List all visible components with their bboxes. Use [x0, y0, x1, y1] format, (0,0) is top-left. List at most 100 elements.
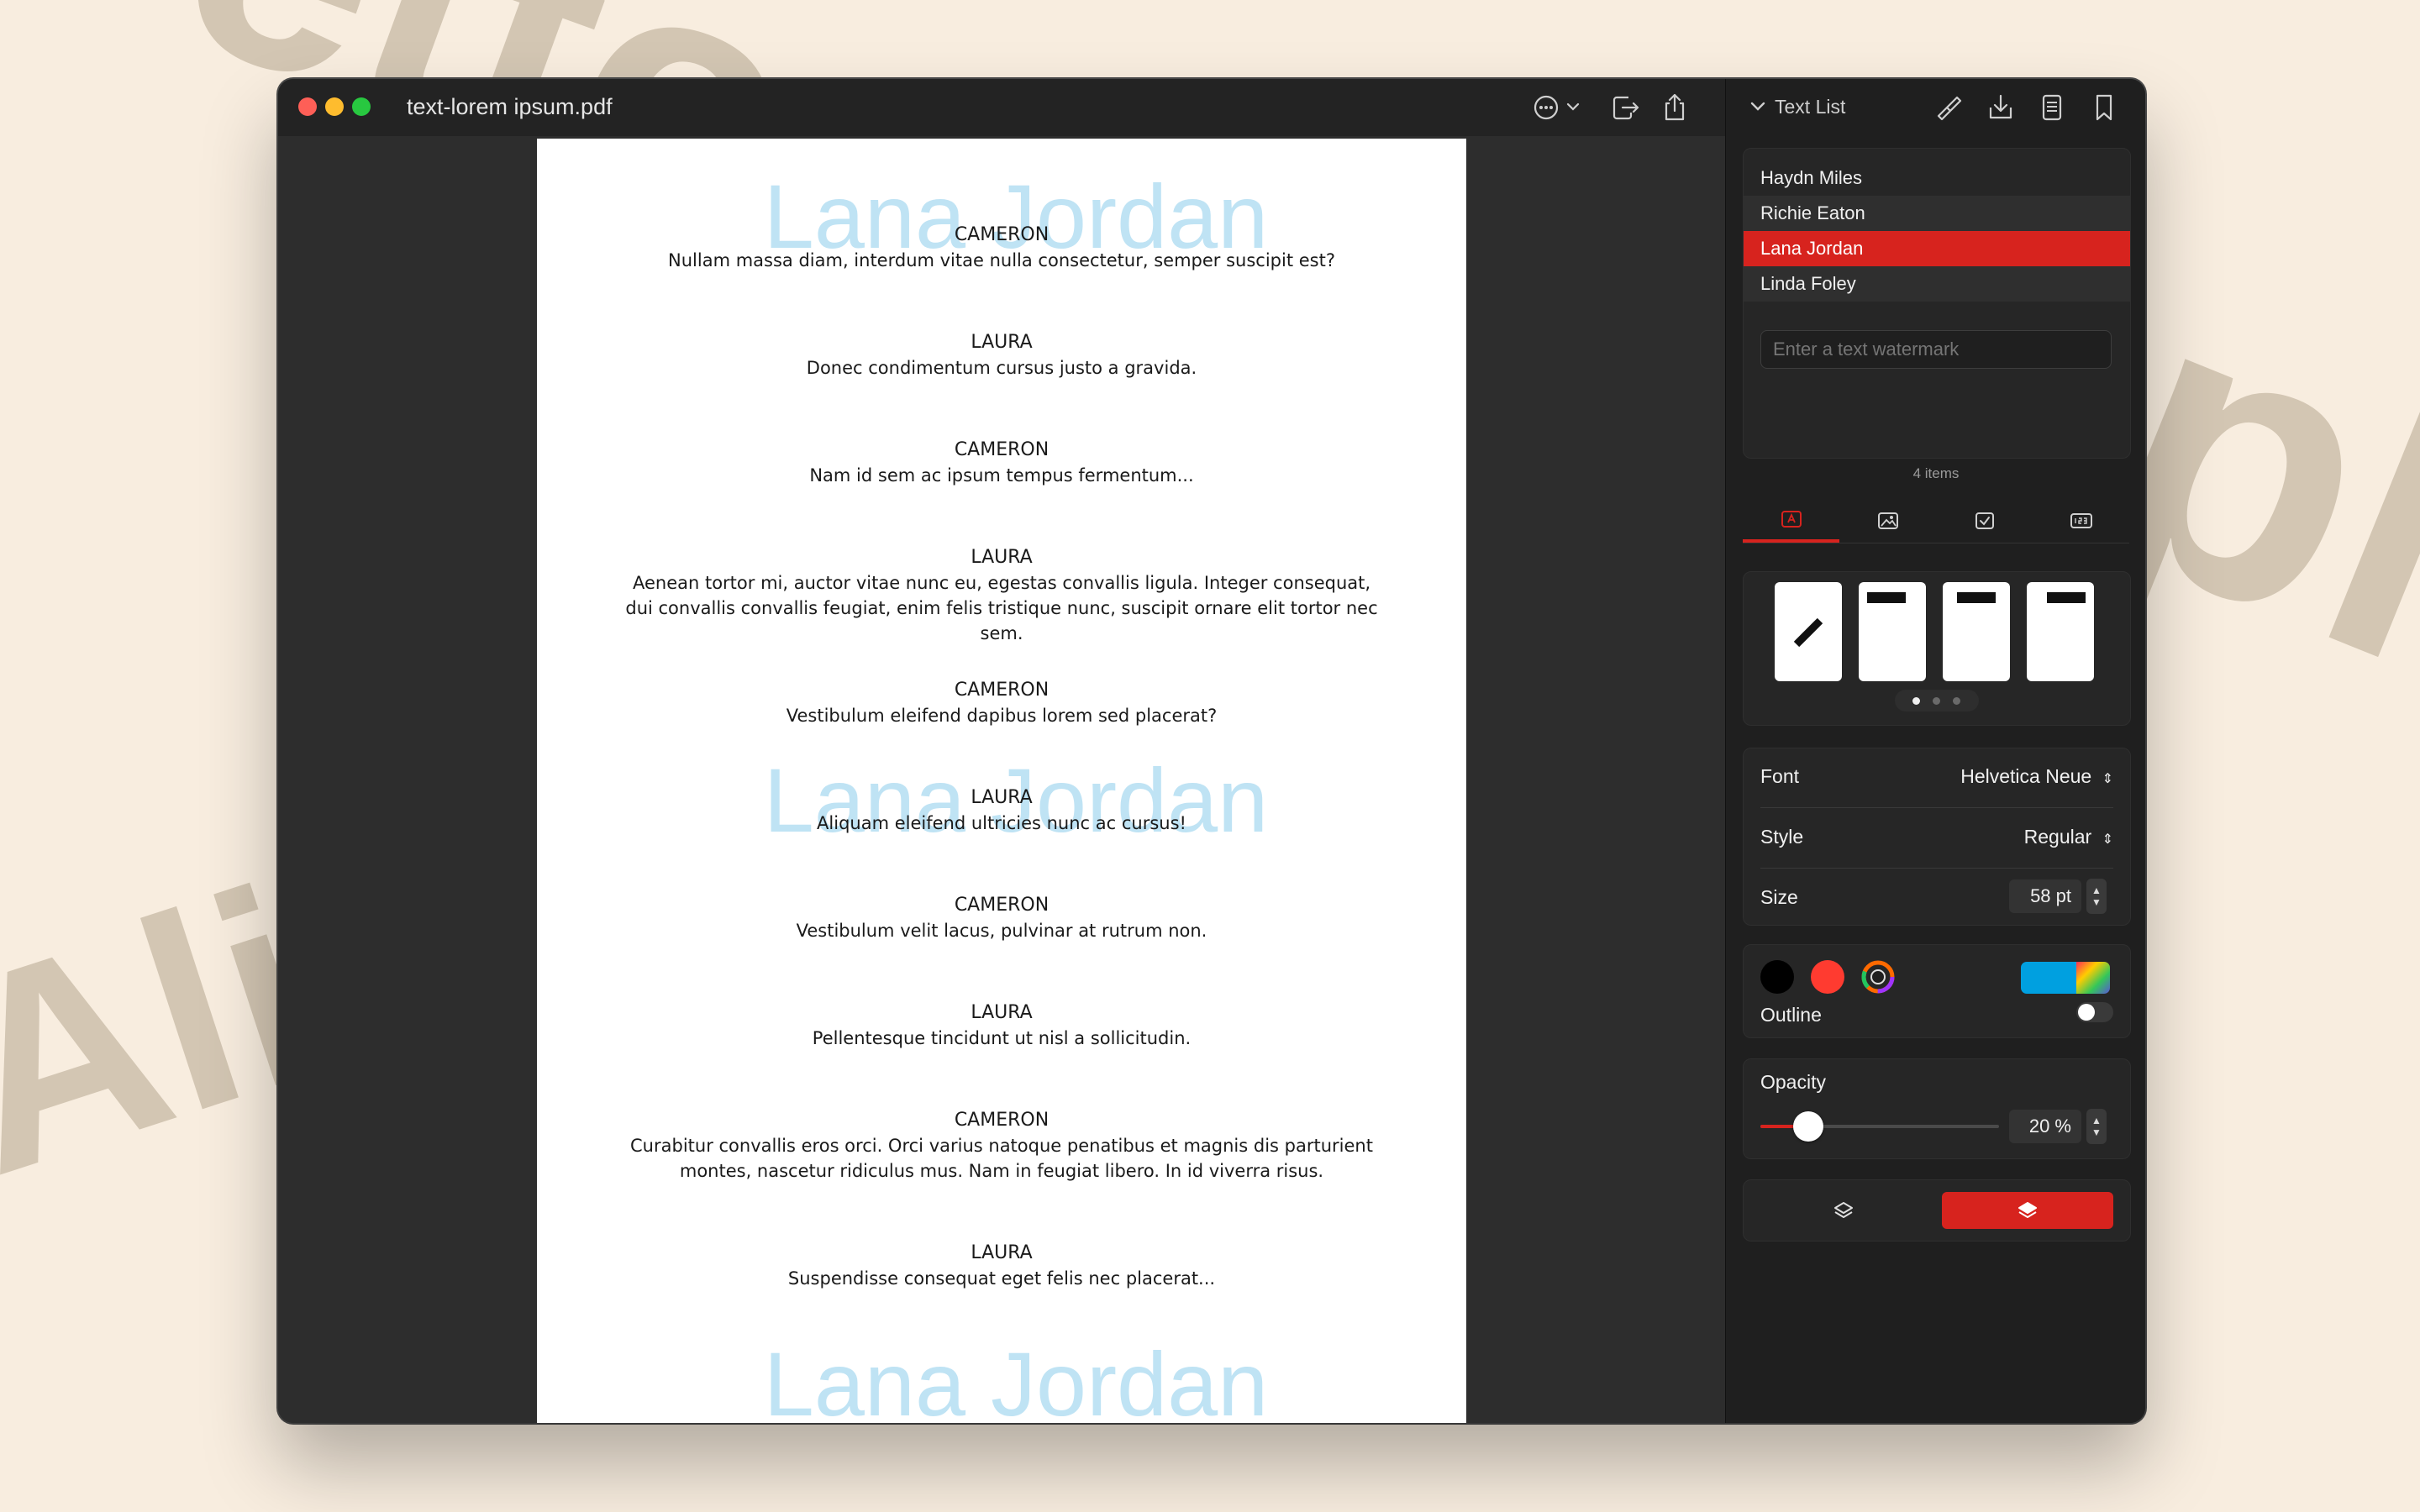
style-value: Regular: [2023, 826, 2092, 848]
close-window-button[interactable]: [298, 97, 317, 116]
share-button[interactable]: [1658, 91, 1691, 124]
watermark-type-tabs: [1743, 499, 2129, 543]
font-label: Font: [1760, 765, 1800, 787]
divider: [1760, 868, 2113, 869]
speaker-name: LAURA: [971, 547, 1033, 568]
image-watermark-icon: [1877, 512, 1898, 529]
app-window: text-lorem ipsum.pdf Lana Jordan Lana Jo: [278, 79, 2145, 1423]
diagonal-line-icon: [1793, 617, 1823, 648]
preset-bar: [2047, 592, 2086, 603]
dialogue-block: LAURA Pellentesque tincidunt ut nisl a s…: [537, 1000, 1466, 1051]
sidebar-title[interactable]: Text List: [1775, 96, 1845, 118]
zoom-window-button[interactable]: [352, 97, 371, 116]
layer-card: [1743, 1179, 2131, 1242]
export-button[interactable]: [1607, 91, 1643, 124]
updown-chevron-icon: ⇕: [2102, 832, 2113, 847]
speaker-name: CAMERON: [954, 680, 1050, 701]
watermark-text-input[interactable]: [1760, 330, 2112, 369]
size-input[interactable]: 58 pt: [2009, 879, 2081, 913]
speaker-name: LAURA: [971, 787, 1033, 808]
preset-card: [1743, 571, 2131, 726]
dialogue-block: LAURA Suspendisse consequat eget felis n…: [537, 1241, 1466, 1291]
items-count: 4 items: [1912, 465, 1960, 481]
dialogue-line: Aenean tortor mi, auctor vitae nunc eu, …: [625, 573, 1378, 643]
dialogue-block: LAURA Aenean tortor mi, auctor vitae nun…: [537, 545, 1466, 646]
ellipsis-circle-icon: [1534, 95, 1580, 120]
dialogue-line: Donec condimentum cursus justo a gravida…: [806, 358, 1197, 378]
preset-bar: [1867, 592, 1906, 603]
layer-above-button[interactable]: [1942, 1192, 2113, 1229]
list-item[interactable]: Haydn Miles: [1744, 160, 2130, 196]
layer-below-button[interactable]: [1757, 1192, 1930, 1229]
minimize-window-button[interactable]: [325, 97, 344, 116]
tab-page-number[interactable]: [2033, 499, 2129, 543]
tab-image[interactable]: [1839, 499, 1936, 543]
list-item[interactable]: Linda Foley: [1744, 266, 2130, 302]
outline-label: Outline: [1760, 1004, 1822, 1026]
list-item[interactable]: Richie Eaton: [1744, 196, 2130, 231]
dialogue-line: Pellentesque tincidunt ut nisl a sollici…: [812, 1028, 1192, 1048]
color-wheel-icon[interactable]: [1861, 960, 1895, 994]
font-settings-card: Font Helvetica Neue ⇕ Style Regular ⇕ Si…: [1743, 748, 2131, 926]
tab-checkbox[interactable]: [1936, 499, 2033, 543]
dialogue-line: Nullam massa diam, interdum vitae nulla …: [668, 250, 1335, 270]
dialogue-block: CAMERON Vestibulum eleifend dapibus lore…: [537, 678, 1466, 728]
opacity-slider-thumb[interactable]: [1792, 1111, 1823, 1142]
pdf-page[interactable]: Lana Jordan Lana Jordan Lana Jordan CAME…: [537, 139, 1466, 1423]
preset-top-right[interactable]: [2027, 582, 2094, 681]
opacity-stepper[interactable]: ▲ ▼: [2086, 1109, 2107, 1144]
page-dot-active[interactable]: [1912, 697, 1920, 705]
dialogue-block: LAURA Donec condimentum cursus justo a g…: [537, 330, 1466, 381]
document-icon[interactable]: [2035, 91, 2069, 124]
color-card: Outline: [1743, 944, 2131, 1038]
style-select[interactable]: Regular ⇕: [2024, 826, 2113, 848]
size-stepper[interactable]: ▲ ▼: [2086, 879, 2107, 914]
page-number-icon: [2070, 513, 2092, 528]
document-title: text-lorem ipsum.pdf: [407, 94, 613, 119]
preset-bar: [1957, 592, 1996, 603]
speaker-name: CAMERON: [954, 895, 1050, 916]
watermark-text: Lana Jordan: [763, 1333, 1269, 1423]
font-select[interactable]: Helvetica Neue ⇕: [1960, 765, 2113, 788]
export-icon: [1612, 96, 1639, 120]
updown-chevron-icon: ⇕: [2102, 772, 2113, 786]
speaker-name: CAMERON: [954, 1110, 1050, 1131]
dialogue-block: CAMERON Curabitur convallis eros orci. O…: [537, 1108, 1466, 1184]
sidebar-header: Text List: [1726, 79, 2145, 136]
outline-toggle[interactable]: [2076, 1002, 2113, 1022]
document-canvas[interactable]: Lana Jordan Lana Jordan Lana Jordan CAME…: [278, 136, 1725, 1423]
dialogue-line: Suspendisse consequat eget felis nec pla…: [787, 1268, 1216, 1289]
share-icon: [1665, 93, 1685, 121]
text-list-card: Haydn Miles Richie Eaton Lana Jordan Lin…: [1743, 148, 2131, 459]
page-dot[interactable]: [1953, 697, 1960, 705]
toggle-knob: [2078, 1004, 2095, 1021]
preset-diagonal[interactable]: [1775, 582, 1842, 681]
more-options-button[interactable]: [1531, 91, 1590, 124]
layer-above-icon: [2018, 1202, 2037, 1218]
dialogue-block: CAMERON Vestibulum velit lacus, pulvinar…: [537, 893, 1466, 943]
bookmark-icon[interactable]: [2087, 91, 2121, 124]
brush-icon[interactable]: [1932, 91, 1965, 124]
color-swatch-black[interactable]: [1760, 960, 1794, 994]
text-watermark-icon: [1781, 511, 1802, 528]
divider: [1760, 807, 2113, 808]
chevron-down-icon[interactable]: [1749, 101, 1766, 113]
dialogue-line: Vestibulum eleifend dapibus lorem sed pl…: [786, 706, 1218, 726]
style-label: Style: [1760, 826, 1804, 848]
tab-text[interactable]: [1743, 499, 1839, 543]
current-color-well[interactable]: [2021, 962, 2110, 994]
page-dot[interactable]: [1933, 697, 1940, 705]
color-swatch-red[interactable]: [1811, 960, 1844, 994]
preset-top-left[interactable]: [1859, 582, 1926, 681]
speaker-name: LAURA: [971, 1002, 1033, 1023]
preset-top-center[interactable]: [1943, 582, 2010, 681]
dialogue-block: CAMERON Nam id sem ac ipsum tempus ferme…: [537, 438, 1466, 488]
speaker-name: LAURA: [971, 332, 1033, 353]
list-item-selected[interactable]: Lana Jordan: [1744, 231, 2130, 266]
download-tray-icon[interactable]: [1984, 91, 2018, 124]
titlebar: text-lorem ipsum.pdf: [278, 79, 1725, 136]
dialogue-line: Curabitur convallis eros orci. Orci vari…: [630, 1136, 1373, 1181]
dialogue-block: LAURA Aliquam eleifend ultricies nunc ac…: [537, 785, 1466, 836]
opacity-input[interactable]: 20 %: [2009, 1110, 2081, 1143]
size-label: Size: [1760, 886, 1798, 908]
